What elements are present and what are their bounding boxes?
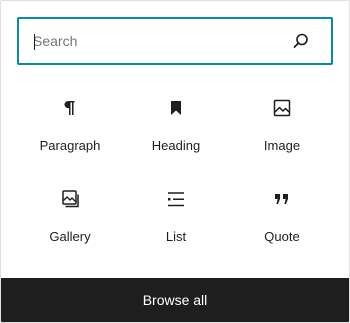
search-input[interactable] (33, 19, 283, 63)
block-item-image[interactable]: Image (229, 86, 335, 174)
text-caret (34, 34, 35, 50)
browse-all-button[interactable]: Browse all (1, 278, 349, 322)
heading-bookmark-icon (164, 96, 188, 120)
block-label: Paragraph (39, 138, 101, 153)
block-label: Quote (264, 229, 300, 244)
block-grid: Paragraph Heading Image Gallery List Quo… (17, 86, 335, 265)
block-item-gallery[interactable]: Gallery (17, 177, 123, 265)
block-item-heading[interactable]: Heading (123, 86, 229, 174)
block-item-paragraph[interactable]: Paragraph (17, 86, 123, 174)
block-inserter-panel: Paragraph Heading Image (0, 0, 350, 323)
block-item-list[interactable]: List (123, 177, 229, 265)
block-label: Gallery (49, 229, 91, 244)
search-box[interactable] (17, 17, 333, 65)
list-icon (164, 187, 188, 211)
block-label: Heading (151, 138, 201, 153)
block-label: Image (263, 138, 301, 153)
quote-icon (270, 187, 294, 211)
block-item-quote[interactable]: Quote (229, 177, 335, 265)
search-icon[interactable] (291, 31, 311, 51)
gallery-icon (58, 187, 82, 211)
image-icon (270, 96, 294, 120)
block-label: List (165, 229, 187, 244)
paragraph-icon (58, 96, 82, 120)
